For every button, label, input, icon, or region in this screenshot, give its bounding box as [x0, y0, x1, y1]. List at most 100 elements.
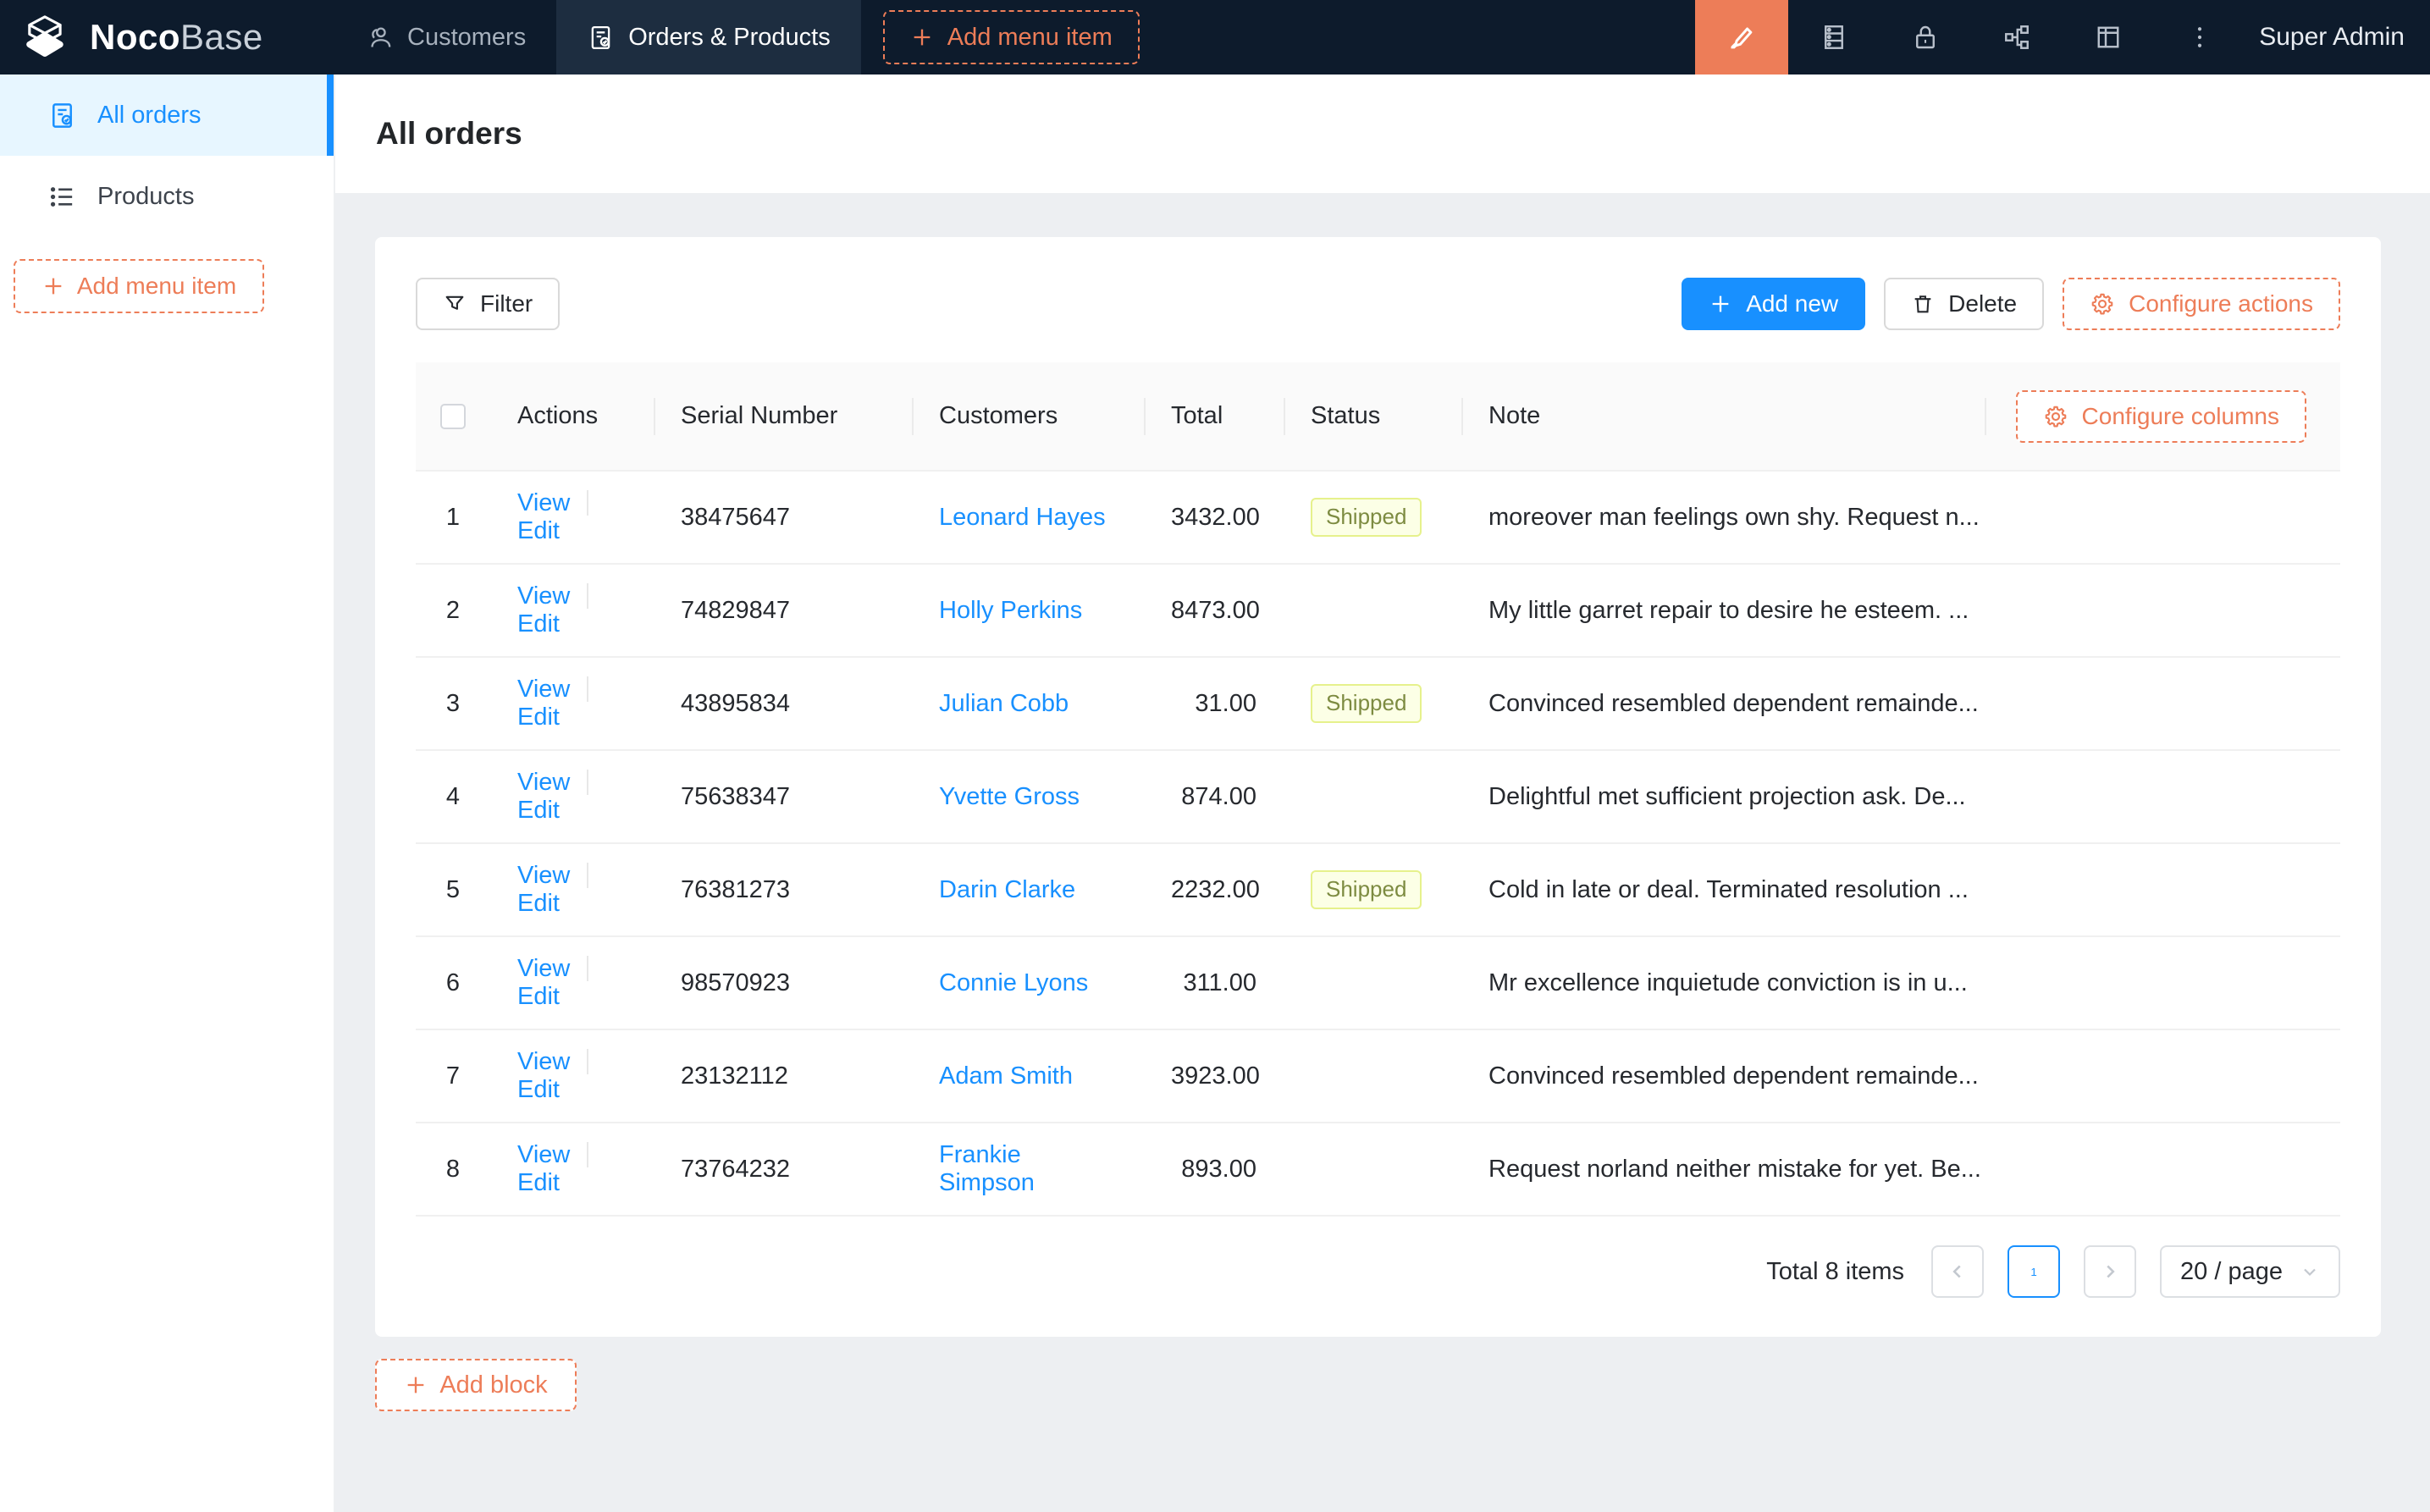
- edit-link[interactable]: Edit: [517, 517, 560, 544]
- main-area: All orders Filter: [335, 74, 2430, 1512]
- customer-link[interactable]: Leonard Hayes: [939, 504, 1106, 531]
- layout-button[interactable]: [2063, 0, 2154, 74]
- note-cell: moreover man feelings own shy. Request n…: [1461, 471, 2340, 564]
- sidebar-add-menu-item-label: Add menu item: [77, 273, 236, 300]
- status-cell: [1284, 564, 1461, 657]
- previous-page-button[interactable]: [1931, 1245, 1984, 1298]
- nocobase-cube-icon: [25, 13, 75, 62]
- actions-cell: ViewEdit: [490, 657, 654, 750]
- customer-cell: Darin Clarke: [912, 843, 1144, 936]
- chevron-down-icon: [2300, 1261, 2320, 1282]
- customer-link[interactable]: Adam Smith: [939, 1062, 1073, 1090]
- workflow-button[interactable]: [1971, 0, 2063, 74]
- top-nav: NocoBase Customers Orders & Products Add…: [0, 0, 2430, 74]
- orders-table-block: Filter Add new Delete: [375, 237, 2381, 1337]
- permissions-button[interactable]: [1880, 0, 1971, 74]
- total-cell: 3923.00: [1144, 1029, 1284, 1123]
- column-header-total: Total: [1144, 362, 1284, 471]
- status-cell: [1284, 750, 1461, 843]
- view-link[interactable]: View: [517, 955, 570, 982]
- configure-actions-button[interactable]: Configure actions: [2063, 278, 2340, 330]
- chevron-right-icon: [2099, 1261, 2121, 1283]
- customer-link[interactable]: Holly Perkins: [939, 597, 1082, 624]
- serial-number-cell: 43895834: [654, 657, 912, 750]
- note-cell: Mr excellence inquietude conviction is i…: [1461, 936, 2340, 1029]
- plus-icon: [41, 274, 65, 298]
- ui-editor-button[interactable]: [1695, 0, 1788, 74]
- sidebar-item-label: Products: [97, 183, 194, 211]
- status-cell: Shipped: [1284, 471, 1461, 564]
- edit-link[interactable]: Edit: [517, 890, 560, 917]
- table-row: 3 ViewEdit 43895834 Julian Cobb 31.00 Sh…: [416, 657, 2340, 750]
- customer-link[interactable]: Frankie Simpson: [939, 1141, 1035, 1196]
- edit-link[interactable]: Edit: [517, 983, 560, 1010]
- serial-number-cell: 76381273: [654, 843, 912, 936]
- page-number-button[interactable]: 1: [2008, 1245, 2060, 1298]
- edit-link[interactable]: Edit: [517, 704, 560, 731]
- status-cell: Shipped: [1284, 657, 1461, 750]
- row-index: 4: [416, 750, 490, 843]
- column-header-status: Status: [1284, 362, 1461, 471]
- view-link[interactable]: View: [517, 769, 570, 796]
- view-link[interactable]: View: [517, 582, 570, 610]
- configure-columns-button[interactable]: Configure columns: [2016, 390, 2306, 443]
- plus-icon: [404, 1373, 428, 1397]
- table-row: 7 ViewEdit 23132112 Adam Smith 3923.00 C…: [416, 1029, 2340, 1123]
- edit-link[interactable]: Edit: [517, 610, 560, 637]
- page-header: All orders: [335, 74, 2430, 193]
- view-link[interactable]: View: [517, 676, 570, 703]
- lock-icon: [1910, 22, 1941, 52]
- sidebar-add-menu-item-button[interactable]: Add menu item: [14, 259, 264, 313]
- sidebar-item-label: All orders: [97, 102, 202, 130]
- more-button[interactable]: [2154, 0, 2245, 74]
- plus-icon: [1709, 292, 1732, 316]
- user-menu[interactable]: Super Admin: [2245, 23, 2430, 52]
- list-icon: [47, 182, 77, 212]
- total-cell: 874.00: [1144, 750, 1284, 843]
- status-cell: Shipped: [1284, 843, 1461, 936]
- customer-cell: Leonard Hayes: [912, 471, 1144, 564]
- pagination: Total 8 items 1 20 / page: [416, 1245, 2340, 1298]
- customer-link[interactable]: Julian Cobb: [939, 690, 1069, 717]
- sidebar-item-products[interactable]: Products: [0, 156, 334, 237]
- view-link[interactable]: View: [517, 862, 570, 889]
- row-index: 2: [416, 564, 490, 657]
- plus-icon: [910, 25, 934, 49]
- vertical-ellipsis-icon: [2184, 22, 2215, 52]
- collections-button[interactable]: [1788, 0, 1880, 74]
- customer-link[interactable]: Connie Lyons: [939, 969, 1088, 996]
- nav-tab-orders-products[interactable]: Orders & Products: [556, 0, 861, 74]
- status-badge: Shipped: [1311, 498, 1422, 537]
- view-link[interactable]: View: [517, 1141, 570, 1168]
- delete-button[interactable]: Delete: [1884, 278, 2044, 330]
- serial-number-cell: 23132112: [654, 1029, 912, 1123]
- app: NocoBase Customers Orders & Products Add…: [0, 0, 2430, 1512]
- nocobase-logo: NocoBase: [0, 13, 335, 62]
- row-index: 5: [416, 843, 490, 936]
- table-row: 2 ViewEdit 74829847 Holly Perkins 8473.0…: [416, 564, 2340, 657]
- note-cell: My little garret repair to desire he est…: [1461, 564, 2340, 657]
- customer-link[interactable]: Darin Clarke: [939, 876, 1075, 903]
- filter-button[interactable]: Filter: [416, 278, 560, 330]
- edit-link[interactable]: Edit: [517, 1169, 560, 1196]
- customer-link[interactable]: Yvette Gross: [939, 783, 1080, 810]
- pagination-total: Total 8 items: [1766, 1258, 1904, 1286]
- next-page-button[interactable]: [2084, 1245, 2136, 1298]
- total-cell: 8473.00: [1144, 564, 1284, 657]
- nav-tab-customers[interactable]: Customers: [335, 0, 556, 74]
- orders-table: Actions Serial Number Customers Total St…: [416, 362, 2340, 1217]
- customer-cell: Connie Lyons: [912, 936, 1144, 1029]
- edit-link[interactable]: Edit: [517, 797, 560, 824]
- serial-number-cell: 98570923: [654, 936, 912, 1029]
- edit-link[interactable]: Edit: [517, 1076, 560, 1103]
- view-link[interactable]: View: [517, 1048, 570, 1075]
- page-size-select[interactable]: 20 / page: [2160, 1245, 2340, 1298]
- nav-add-menu-item-button[interactable]: Add menu item: [883, 10, 1140, 64]
- select-all-checkbox[interactable]: [440, 404, 466, 429]
- sidebar-item-all-orders[interactable]: All orders: [0, 74, 334, 156]
- view-link[interactable]: View: [517, 489, 570, 516]
- add-block-button[interactable]: Add block: [375, 1359, 577, 1411]
- customer-cell: Julian Cobb: [912, 657, 1144, 750]
- actions-cell: ViewEdit: [490, 564, 654, 657]
- add-new-button[interactable]: Add new: [1682, 278, 1865, 330]
